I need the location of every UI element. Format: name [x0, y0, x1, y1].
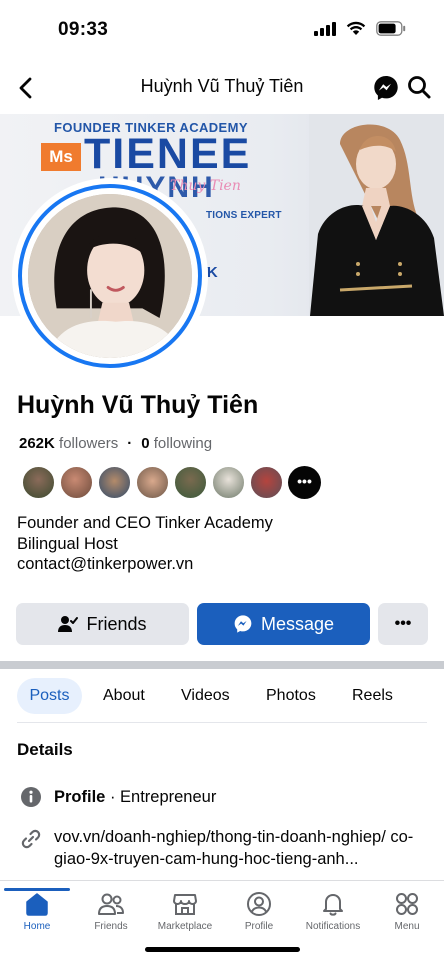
profile-actions: Friends Message ••• [16, 603, 428, 645]
cover-title: TIENEE [84, 130, 252, 178]
wifi-icon [346, 21, 366, 36]
active-tab-indicator [4, 888, 70, 891]
friend-avatar[interactable] [212, 466, 245, 499]
followers-link[interactable]: 262K followers [19, 435, 118, 452]
messenger-icon [234, 615, 252, 633]
nav-notifications[interactable]: Notifications [296, 889, 370, 932]
status-bar: 09:33 [0, 0, 444, 58]
nav-friends[interactable]: Friends [74, 889, 148, 932]
profile-name: Huỳnh Vũ Thuỷ Tiên [17, 391, 259, 419]
bio-line: Founder and CEO Tinker Academy [17, 514, 273, 532]
friend-avatar[interactable] [174, 466, 207, 499]
profile-avatar[interactable] [12, 178, 208, 374]
profile-tabs: Posts About Videos Photos Reels [17, 678, 427, 716]
bio-line: contact@tinkerpower.vn [17, 555, 194, 573]
nav-marketplace-label: Marketplace [157, 921, 213, 932]
friend-check-icon [58, 616, 79, 632]
tab-videos[interactable]: Videos [181, 678, 230, 714]
avatar-portrait [28, 194, 192, 358]
detail-website[interactable]: vov.vn/doanh-nghiep/thong-tin-doanh-nghi… [17, 826, 426, 870]
bio-line: Bilingual Host [17, 534, 118, 553]
friend-avatar[interactable] [22, 466, 55, 499]
cover-signature: Thuy Tien [170, 178, 241, 194]
followers-label: followers [59, 435, 119, 452]
nav-friends-label: Friends [94, 921, 128, 932]
bell-icon [323, 894, 343, 916]
status-time: 09:33 [58, 19, 109, 40]
stats-separator: · [127, 435, 133, 452]
profile-bio: Founder and CEO Tinker Academy Bilingual… [17, 513, 273, 575]
detail-profile-value: · Entrepreneur [105, 788, 217, 806]
friend-avatar[interactable] [98, 466, 131, 499]
info-icon [17, 786, 45, 808]
link-icon [17, 826, 45, 850]
friend-avatar[interactable] [136, 466, 169, 499]
more-options-button[interactable]: ••• [378, 603, 428, 645]
messenger-button[interactable] [372, 74, 400, 107]
tab-photos[interactable]: Photos [266, 678, 316, 714]
nav-home[interactable]: Home [0, 888, 74, 932]
nav-menu[interactable]: Menu [370, 889, 444, 932]
friends-icon [98, 893, 124, 915]
top-nav-bar: Huỳnh Vũ Thuỷ Tiên [0, 62, 444, 114]
nav-marketplace[interactable]: Marketplace [148, 889, 222, 932]
nav-notifications-label: Notifications [305, 921, 361, 932]
marketplace-icon [173, 894, 197, 915]
cover-person-image [310, 124, 444, 316]
profile-icon [247, 892, 271, 916]
cover-tagline: TIONS EXPERT [206, 210, 282, 221]
following-link[interactable]: 0 following [141, 435, 212, 452]
nav-profile-label: Profile [244, 921, 274, 932]
story-ring [18, 184, 202, 368]
home-indicator [145, 947, 300, 952]
home-icon [26, 893, 48, 916]
messenger-icon [374, 76, 398, 100]
cover-badge: Ms [41, 143, 81, 171]
message-button-label: Message [260, 613, 335, 634]
menu-grid-icon [396, 893, 418, 915]
nav-menu-label: Menu [394, 921, 420, 932]
nav-home-label: Home [23, 921, 51, 932]
more-friends-button[interactable]: ••• [288, 466, 321, 499]
details-heading: Details [17, 740, 73, 759]
tab-posts[interactable]: Posts [17, 678, 82, 714]
battery-icon [376, 21, 406, 36]
friend-avatar[interactable] [250, 466, 283, 499]
followers-count: 262K [19, 435, 55, 452]
detail-profile-type: Profile · Entrepreneur [17, 786, 216, 808]
tab-about[interactable]: About [103, 678, 145, 714]
search-button[interactable] [406, 74, 432, 105]
avatar-image [28, 194, 192, 358]
following-label: following [153, 435, 213, 452]
nav-profile[interactable]: Profile [222, 889, 296, 932]
tab-reels[interactable]: Reels [352, 678, 393, 714]
friends-button-label: Friends [86, 613, 147, 634]
following-count: 0 [141, 435, 150, 452]
search-icon [408, 76, 431, 99]
website-link[interactable]: vov.vn/doanh-nghiep/thong-tin-doanh-nghi… [54, 826, 426, 870]
status-icons [314, 21, 406, 36]
tabs-divider [17, 722, 427, 723]
follow-stats: 262K followers · 0 following [19, 435, 212, 452]
friend-avatar[interactable] [60, 466, 93, 499]
detail-profile-label: Profile [54, 788, 106, 806]
section-divider [0, 661, 444, 669]
friends-button[interactable]: Friends [16, 603, 189, 645]
message-button[interactable]: Message [197, 603, 370, 645]
signal-icon [314, 21, 336, 36]
mutual-friends-row[interactable]: ••• [22, 466, 321, 499]
